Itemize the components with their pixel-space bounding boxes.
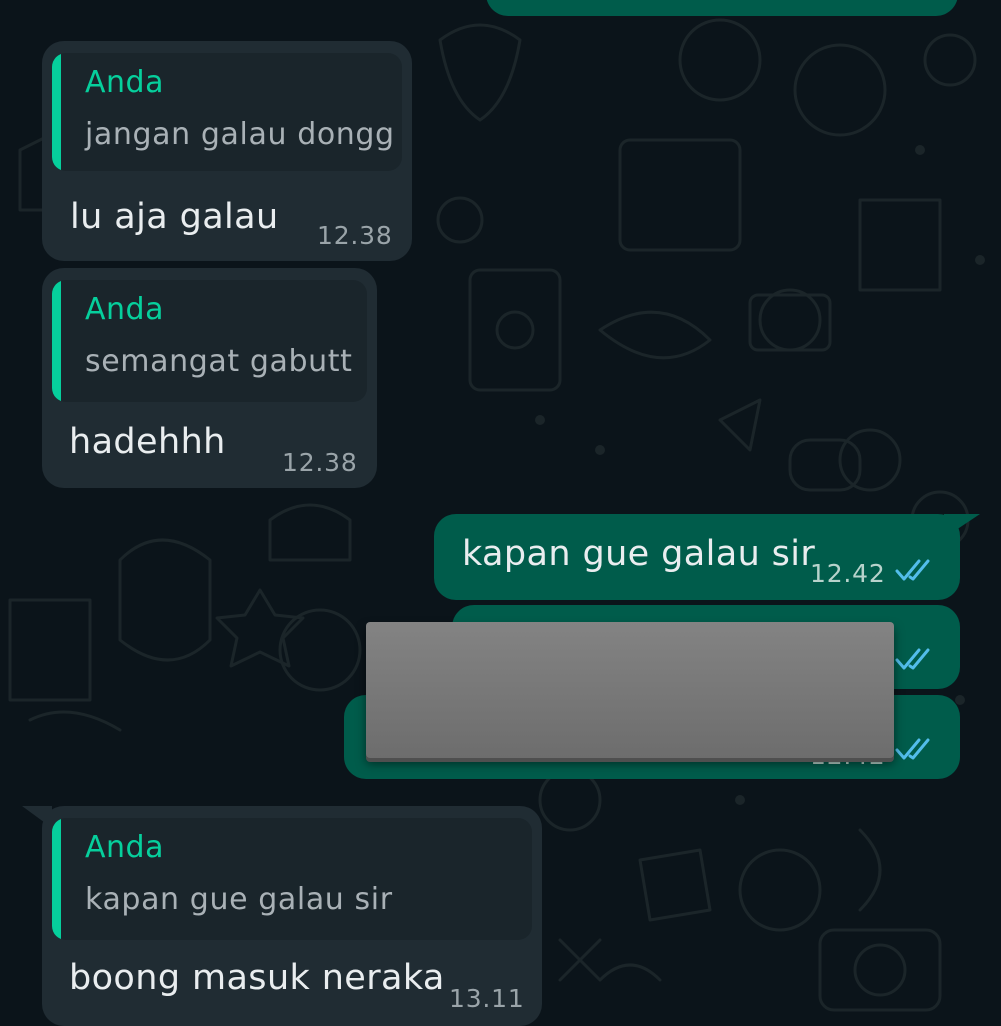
quote-accent-bar [52, 53, 61, 171]
incoming-message-bubble[interactable]: Anda jangan galau dongg lu aja galau 12.… [42, 41, 412, 261]
quote-author: Anda [85, 292, 164, 327]
quote-accent-bar [52, 818, 61, 940]
double-check-read-icon [895, 559, 930, 581]
double-check-read-icon [895, 648, 930, 670]
incoming-message-bubble[interactable]: Anda kapan gue galau sir boong masuk ner… [42, 806, 542, 1026]
quoted-reply[interactable]: Anda jangan galau dongg [52, 53, 402, 171]
incoming-message-bubble[interactable]: Anda semangat gabutt hadehhh 12.38 [42, 268, 377, 488]
message-text: hadehhh [69, 422, 226, 462]
quote-accent-bar [52, 280, 61, 402]
message-time: 13.11 [449, 984, 525, 1013]
message-text: kapan gue galau sir [462, 534, 816, 574]
double-check-read-icon [895, 738, 930, 760]
bubble-tail [22, 806, 52, 828]
quote-text: kapan gue galau sir [85, 882, 393, 917]
quote-author: Anda [85, 830, 164, 865]
quote-author: Anda [85, 65, 164, 100]
bubble-tail [944, 514, 980, 538]
outgoing-message-bubble-partial[interactable] [486, 0, 958, 16]
message-text: boong masuk neraka [69, 958, 445, 998]
quote-text: semangat gabutt [85, 344, 353, 379]
message-text: lu aja galau [70, 197, 279, 237]
message-time: 12.38 [282, 448, 358, 477]
redaction-block [366, 622, 894, 758]
outgoing-message-bubble[interactable]: kapan gue galau sir 12.42 [434, 514, 960, 600]
message-time: 12.38 [317, 221, 393, 250]
quoted-reply[interactable]: Anda semangat gabutt [52, 280, 367, 402]
message-time: 12.42 [810, 559, 886, 588]
quote-text: jangan galau dongg [85, 117, 395, 152]
quoted-reply[interactable]: Anda kapan gue galau sir [52, 818, 532, 940]
